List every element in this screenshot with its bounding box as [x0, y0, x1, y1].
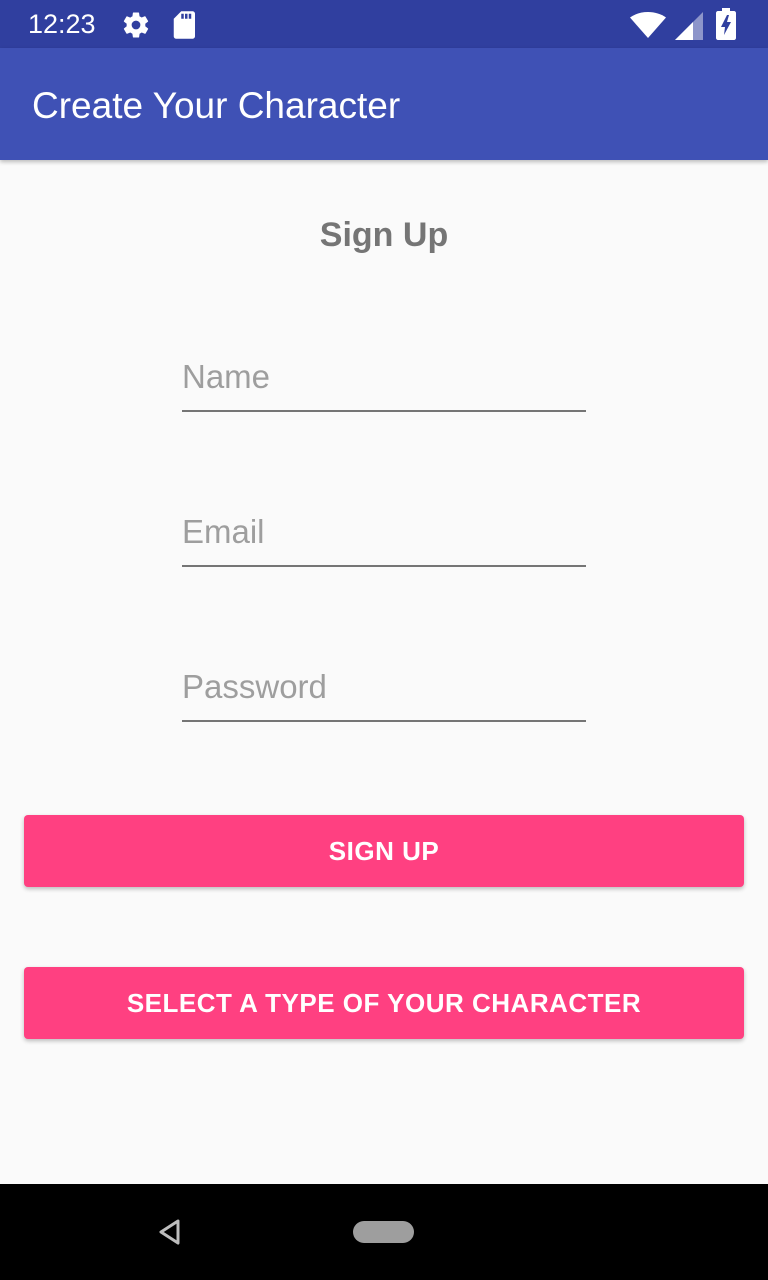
- email-input[interactable]: [182, 507, 586, 567]
- password-input[interactable]: [182, 662, 586, 722]
- form-heading: Sign Up: [319, 216, 449, 254]
- password-field: [182, 662, 586, 722]
- email-field: [182, 507, 586, 567]
- wifi-icon: [630, 12, 666, 43]
- select-character-type-button[interactable]: SELECT A TYPE OF YOUR CHARACTER: [24, 967, 744, 1039]
- status-time: 12:23: [28, 9, 96, 39]
- app-bar: Create Your Character: [0, 48, 768, 160]
- battery-charging-icon: [716, 8, 736, 45]
- sign-up-button[interactable]: SIGN UP: [24, 815, 744, 887]
- name-field: [182, 352, 586, 412]
- status-bar: 12:23: [0, 0, 768, 48]
- app-title: Create Your Character: [32, 85, 401, 126]
- navigation-bar: [0, 1184, 768, 1280]
- back-icon[interactable]: [156, 1218, 184, 1251]
- signal-icon: [675, 12, 703, 45]
- home-pill-icon[interactable]: [353, 1221, 414, 1243]
- gear-icon: [121, 10, 151, 45]
- name-input[interactable]: [182, 352, 586, 412]
- sd-card-icon: [172, 10, 198, 45]
